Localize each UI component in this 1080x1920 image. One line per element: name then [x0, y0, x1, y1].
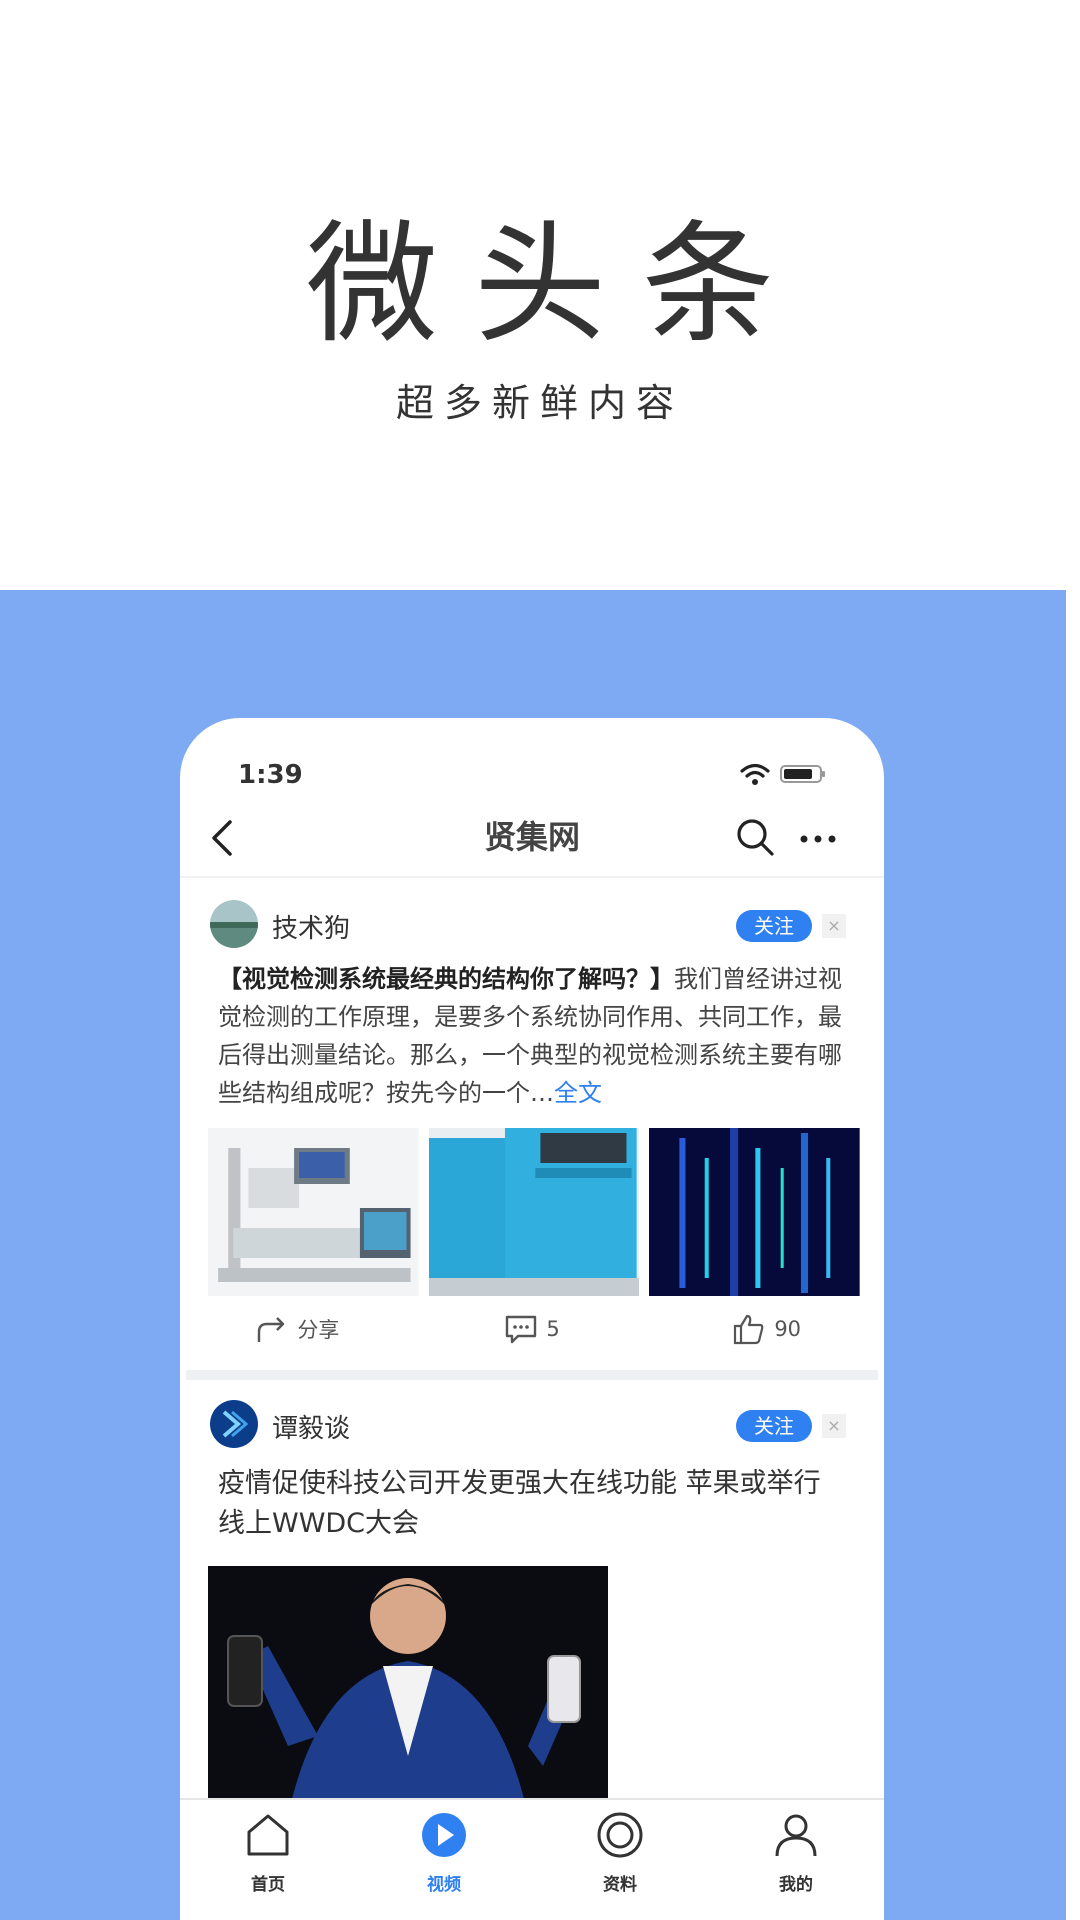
author-name[interactable]: 谭毅谈: [272, 1408, 350, 1445]
edge-strip: [1066, 590, 1080, 1920]
post-image[interactable]: [208, 1566, 608, 1798]
follow-button[interactable]: 关注: [736, 1410, 812, 1442]
avatar[interactable]: [210, 1400, 258, 1448]
tab-label: 视频: [427, 1875, 461, 1895]
post-card: 谭毅谈 关注 × 疫情促使科技公司开发更强大在线功能 苹果或举行线上WWDC大会: [180, 1380, 884, 1798]
nav-bar: 贤集网: [180, 798, 884, 878]
post-actions: 分享 5 90: [180, 1296, 884, 1362]
post-text: 【视觉检测系统最经典的结构你了解吗？】我们曾经讲过视觉检测的工作原理，是要多个系…: [218, 960, 854, 1112]
tab-bar: 首页 视频 资料 我的: [180, 1798, 884, 1920]
comment-count: 5: [546, 1317, 560, 1341]
hero-section: 微头条 超多新鲜内容: [0, 0, 1080, 590]
read-more-link[interactable]: 全文: [554, 1079, 602, 1107]
user-icon: [775, 1814, 817, 1857]
post-title[interactable]: 疫情促使科技公司开发更强大在线功能 苹果或举行线上WWDC大会: [218, 1464, 844, 1544]
hero-title: 微头条: [306, 208, 810, 362]
avatar[interactable]: [210, 900, 258, 948]
post-headline: 【视觉检测系统最经典的结构你了解吗？】: [218, 965, 674, 993]
status-bar: 1:39: [180, 718, 884, 798]
tab-video[interactable]: 视频: [356, 1800, 532, 1920]
tab-profile[interactable]: 我的: [708, 1800, 884, 1920]
search-icon[interactable]: [734, 816, 776, 858]
post-header: 技术狗 关注 ×: [180, 880, 884, 960]
post-divider: [186, 1370, 878, 1380]
follow-button[interactable]: 关注: [736, 910, 812, 942]
hero-subtitle: 超多新鲜内容: [395, 381, 684, 425]
tab-home[interactable]: 首页: [180, 1800, 356, 1920]
battery-icon: [780, 765, 825, 783]
tab-materials[interactable]: 资料: [532, 1800, 708, 1920]
tab-label: 资料: [603, 1875, 637, 1895]
like-count: 90: [774, 1317, 802, 1341]
like-button[interactable]: 90: [649, 1296, 884, 1362]
status-time: 1:39: [238, 760, 303, 790]
tab-label: 我的: [779, 1875, 813, 1895]
nav-title: 贤集网: [483, 818, 580, 856]
feed: 技术狗 关注 × 【视觉检测系统最经典的结构你了解吗？】我们曾经讲过视觉检测的工…: [180, 880, 884, 1798]
image-grid: [208, 1128, 861, 1296]
share-icon: [258, 1317, 285, 1342]
post-image[interactable]: [208, 1128, 419, 1296]
dismiss-button[interactable]: ×: [822, 1414, 846, 1438]
comment-button[interactable]: 5: [415, 1296, 650, 1362]
post-image[interactable]: [428, 1128, 640, 1296]
dismiss-button[interactable]: ×: [822, 914, 846, 938]
play-icon: [422, 1813, 466, 1857]
share-button[interactable]: 分享: [180, 1296, 415, 1362]
more-icon[interactable]: [798, 824, 838, 854]
phone-mockup: 1:39 贤集网 技术狗 关注 × 【视觉检测系统最经典的结构你了解吗？】我们曾…: [180, 718, 884, 1920]
post-header: 谭毅谈 关注 ×: [180, 1380, 884, 1460]
thumbs-up-icon: [734, 1314, 764, 1345]
tab-label: 首页: [251, 1875, 285, 1895]
wifi-icon: [740, 763, 770, 785]
home-icon: [247, 1814, 289, 1856]
author-name[interactable]: 技术狗: [272, 908, 350, 945]
post-card: 技术狗 关注 × 【视觉检测系统最经典的结构你了解吗？】我们曾经讲过视觉检测的工…: [180, 880, 884, 1380]
comment-icon: [506, 1315, 537, 1344]
post-image[interactable]: [649, 1128, 861, 1296]
share-label: 分享: [297, 1318, 340, 1342]
circle-icon: [597, 1812, 643, 1858]
